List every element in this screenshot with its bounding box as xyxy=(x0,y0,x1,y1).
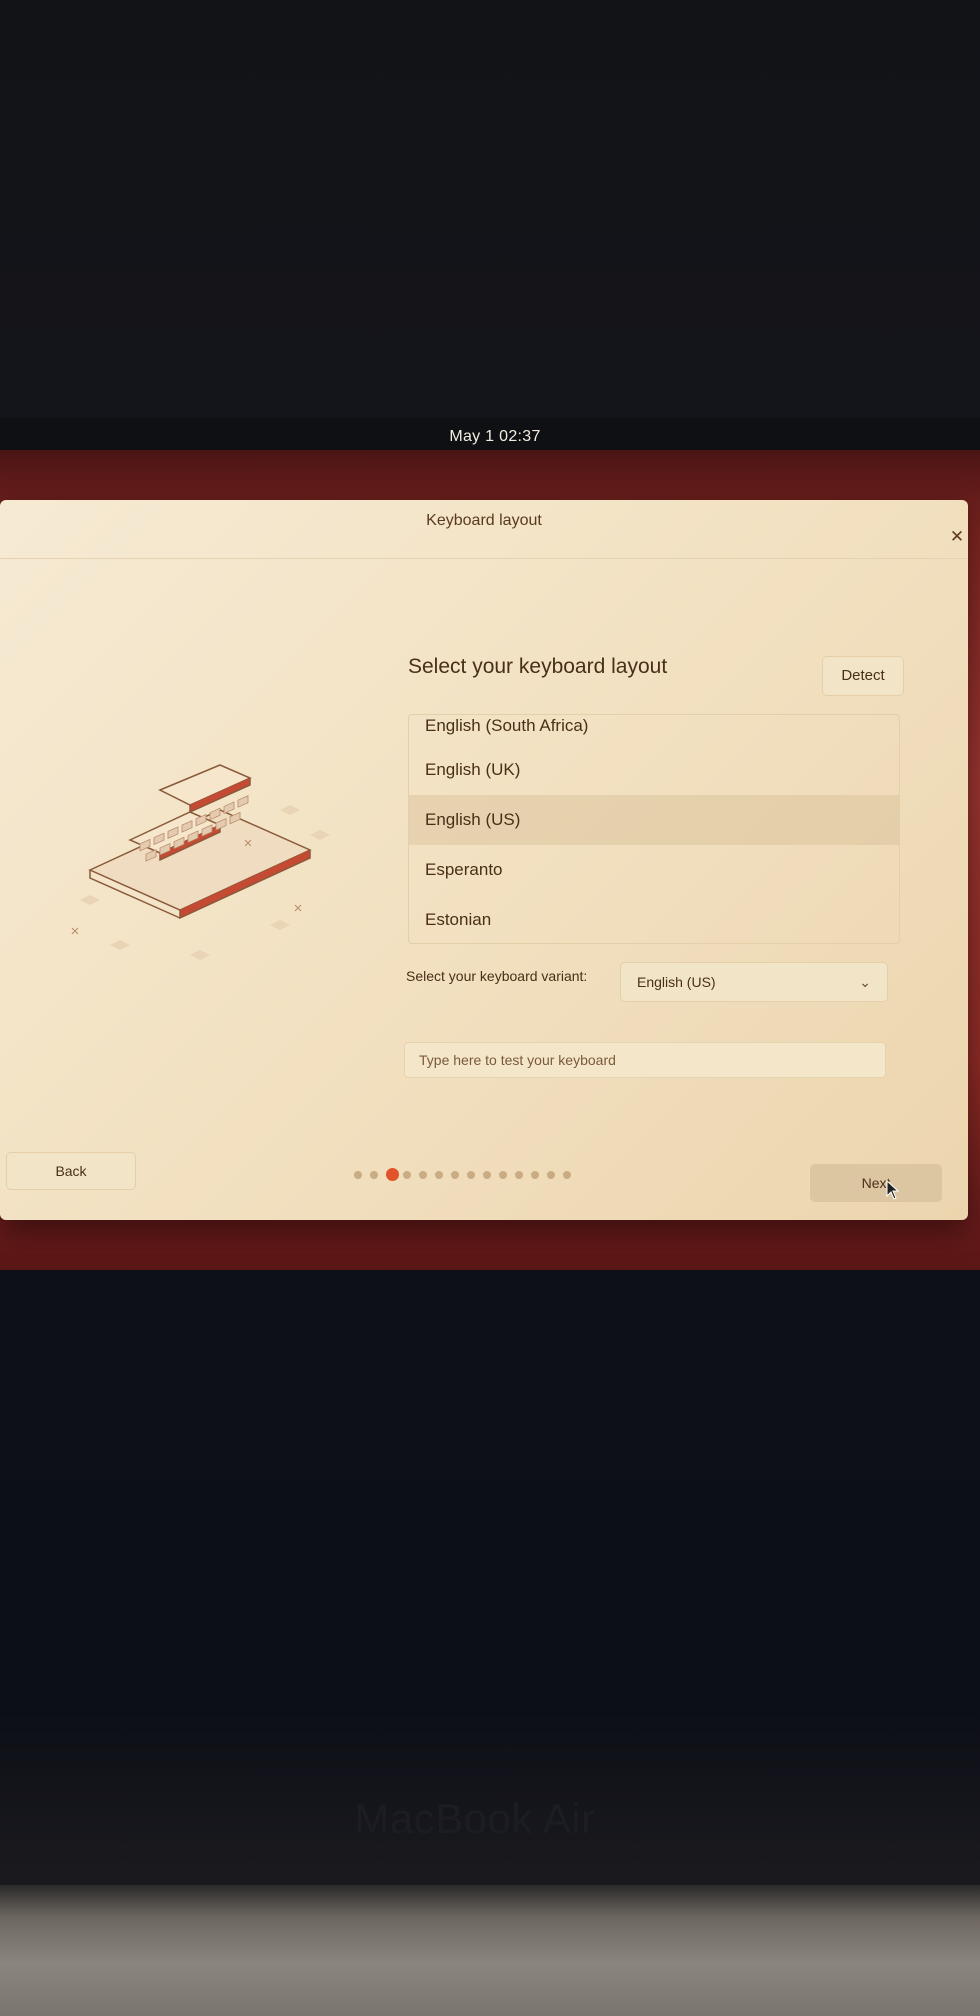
page-heading: Select your keyboard layout xyxy=(408,655,668,678)
variant-value: English (US) xyxy=(637,974,716,990)
variant-dropdown[interactable]: English (US) ⌄ xyxy=(620,962,888,1002)
step-indicator xyxy=(354,1166,604,1184)
list-item[interactable]: Esperanto xyxy=(409,845,899,895)
device-brand-label: MacBook Air xyxy=(354,1795,596,1842)
list-item[interactable]: English (South Africa) xyxy=(409,715,899,745)
step-dot xyxy=(547,1171,555,1179)
step-dot xyxy=(499,1171,507,1179)
step-dot xyxy=(354,1171,362,1179)
laptop-bezel xyxy=(0,1885,980,2016)
back-button[interactable]: Back xyxy=(6,1152,136,1190)
header-divider xyxy=(0,558,968,559)
step-dot xyxy=(531,1171,539,1179)
chevron-down-icon: ⌄ xyxy=(859,974,871,990)
installer-window: Keyboard layout ✕ Select your keyboard l… xyxy=(0,500,968,1220)
step-dot xyxy=(370,1171,378,1179)
list-item-selected[interactable]: English (US) xyxy=(409,795,899,845)
next-button[interactable]: Next xyxy=(810,1164,942,1202)
keyboard-test-input[interactable] xyxy=(404,1042,886,1078)
step-dot-active xyxy=(386,1168,399,1181)
step-dot xyxy=(563,1171,571,1179)
photo-frame: May 1 02:37 Keyboard layout ✕ Select you… xyxy=(0,0,980,2016)
step-dot xyxy=(483,1171,491,1179)
mouse-pointer-icon xyxy=(886,1180,900,1200)
step-dot xyxy=(403,1171,411,1179)
detect-button[interactable]: Detect xyxy=(822,656,904,696)
layout-list[interactable]: English (South Africa) English (UK) Engl… xyxy=(408,714,900,944)
step-dot xyxy=(419,1171,427,1179)
keyboard-illustration-icon xyxy=(71,764,330,960)
step-dot xyxy=(451,1171,459,1179)
step-dot xyxy=(515,1171,523,1179)
clock[interactable]: May 1 02:37 xyxy=(440,428,550,446)
step-dot xyxy=(435,1171,443,1179)
close-icon[interactable]: ✕ xyxy=(948,528,966,546)
list-item[interactable]: English (UK) xyxy=(409,745,899,795)
variant-label: Select your keyboard variant: xyxy=(406,968,588,984)
list-item[interactable]: Estonian xyxy=(409,895,899,943)
step-dot xyxy=(467,1171,475,1179)
window-title: Keyboard layout xyxy=(426,512,542,529)
